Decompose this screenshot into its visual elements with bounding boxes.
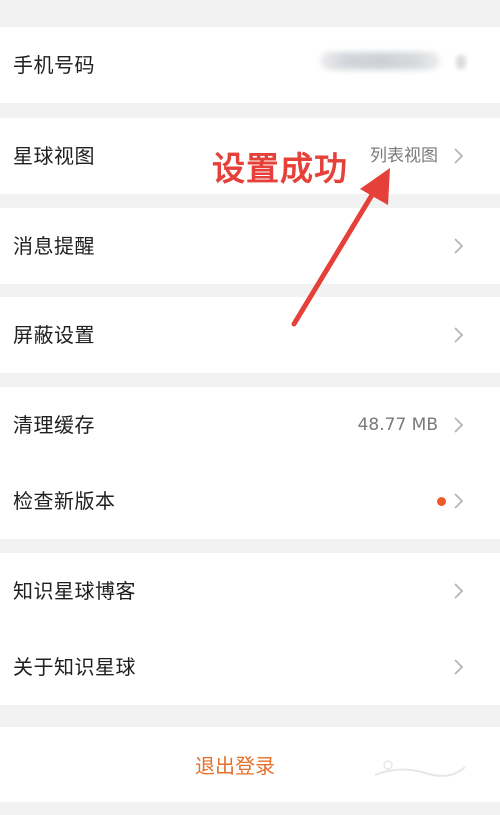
chevron-right-icon xyxy=(452,657,466,677)
notifications-label: 消息提醒 xyxy=(13,234,95,258)
chevron-right-icon xyxy=(452,491,466,511)
check-update-row[interactable]: 检查新版本 xyxy=(0,463,500,539)
update-badge-dot xyxy=(437,496,446,506)
about-row[interactable]: 关于知识星球 xyxy=(0,629,500,705)
planet-view-value: 列表视图 xyxy=(370,146,438,166)
chevron-right-icon xyxy=(452,236,466,256)
cache-update-section: 清理缓存 48.77 MB 检查新版本 xyxy=(0,387,500,539)
notifications-section: 消息提醒 xyxy=(0,208,500,284)
block-settings-section: 屏蔽设置 xyxy=(0,297,500,373)
block-settings-row[interactable]: 屏蔽设置 xyxy=(0,297,500,373)
watermark-smudge xyxy=(374,760,466,777)
notifications-row[interactable]: 消息提醒 xyxy=(0,208,500,284)
blog-label: 知识星球博客 xyxy=(13,579,136,603)
chevron-right-icon xyxy=(452,146,466,166)
chevron-right-icon xyxy=(456,55,466,69)
blog-row[interactable]: 知识星球博客 xyxy=(0,553,500,629)
check-update-label: 检查新版本 xyxy=(13,489,116,513)
about-section: 知识星球博客 关于知识星球 xyxy=(0,553,500,705)
clear-cache-row[interactable]: 清理缓存 48.77 MB xyxy=(0,387,500,463)
about-label: 关于知识星球 xyxy=(13,655,136,679)
annotation-text: 设置成功 xyxy=(212,149,348,188)
chevron-right-icon xyxy=(452,581,466,601)
cache-size-value: 48.77 MB xyxy=(357,415,438,435)
block-settings-label: 屏蔽设置 xyxy=(13,323,95,347)
planet-view-label: 星球视图 xyxy=(13,144,95,168)
redacted-phone-number xyxy=(320,52,440,70)
chevron-right-icon xyxy=(452,415,466,435)
phone-label: 手机号码 xyxy=(13,53,95,77)
chevron-right-icon xyxy=(452,325,466,345)
clear-cache-label: 清理缓存 xyxy=(13,413,95,437)
